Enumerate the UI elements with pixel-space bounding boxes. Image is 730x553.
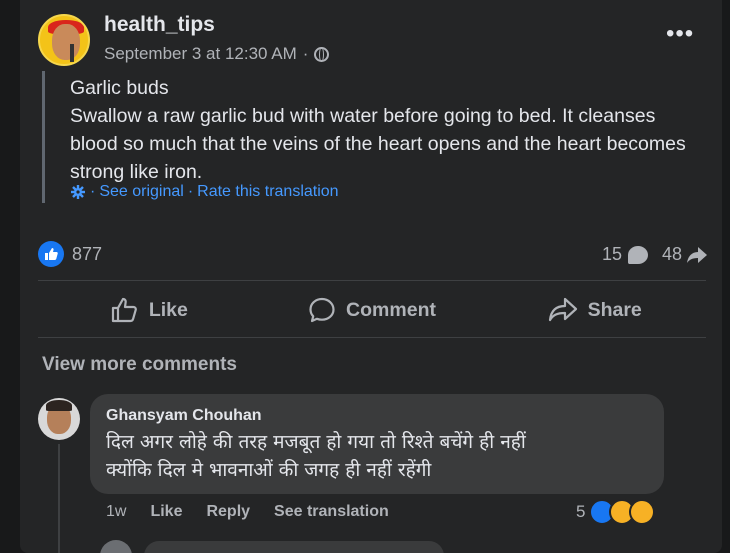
comment-reply-button[interactable]: Reply — [206, 503, 250, 521]
reply-thread-line — [58, 444, 60, 553]
stats-divider — [38, 280, 706, 281]
post-text-line: Swallow a raw garlic bud with water befo… — [70, 105, 686, 183]
meta-separator: · — [302, 44, 309, 63]
comment-text: दिल अगर लोहे की तरह मजबूत हो गया तो रिश्… — [106, 428, 656, 484]
post-text-line: Garlic buds — [70, 77, 169, 99]
post-actions: Like Comment Share — [38, 288, 706, 332]
share-button[interactable]: Share — [483, 288, 706, 332]
comment-count-value: 15 — [601, 244, 622, 264]
comment-button[interactable]: Comment — [261, 288, 484, 332]
commenter-hair — [46, 400, 72, 411]
globe-icon — [314, 46, 330, 62]
comment-button-label: Comment — [346, 298, 436, 321]
view-more-comments-link[interactable]: View more comments — [42, 354, 237, 376]
translation-dot: · — [90, 183, 96, 200]
translation-row: · See original · Rate this translation — [70, 183, 339, 201]
avatar-face — [52, 24, 80, 60]
comment-like-button[interactable]: Like — [150, 503, 182, 521]
see-original-link[interactable]: See original — [99, 183, 184, 201]
share-count-value: 48 — [661, 244, 682, 264]
see-translation-button[interactable]: See translation — [274, 503, 389, 521]
like-reaction-icon[interactable] — [38, 241, 64, 267]
like-button[interactable]: Like — [38, 288, 261, 332]
comment-count[interactable]: 15 — [602, 244, 648, 265]
comment-bubble: Ghansyam Chouhan दिल अगर लोहे की तरह मजब… — [90, 394, 664, 494]
translation-quote-bar — [42, 71, 45, 203]
rate-translation-link[interactable]: Rate this translation — [197, 183, 338, 201]
share-arrow-icon — [687, 246, 707, 263]
gear-icon — [71, 185, 85, 199]
comment-actions: 1w Like Reply See translation — [106, 503, 389, 521]
translation-dot: · — [187, 183, 194, 200]
comment-text-line: दिल अगर लोहे की तरह मजबूत हो गया तो रिश्… — [106, 431, 526, 453]
comment-reactions[interactable]: 5 — [576, 499, 656, 525]
thumbs-up-icon — [111, 297, 137, 323]
comment-icon — [309, 297, 335, 323]
post-text: Garlic buds Swallow a raw garlic bud wit… — [70, 74, 700, 186]
comment-author[interactable]: Ghansyam Chouhan — [106, 407, 262, 425]
share-count[interactable]: 48 — [662, 244, 708, 265]
post-meta: September 3 at 12:30 AM · — [104, 44, 330, 64]
comment-time[interactable]: 1w — [106, 503, 126, 521]
commenter-avatar[interactable] — [38, 398, 80, 440]
comment-reaction-count: 5 — [576, 502, 586, 521]
actions-divider — [38, 337, 706, 338]
avatar-mic — [70, 44, 74, 62]
next-commenter-avatar[interactable] — [100, 540, 132, 553]
comment-text-line: क्योंकि दिल मे भावनाओं की जगह ही नहीं रह… — [106, 459, 432, 481]
post-stats: 877 15 48 — [38, 240, 708, 268]
post-timestamp[interactable]: September 3 at 12:30 AM — [104, 44, 297, 64]
share-icon — [548, 297, 577, 322]
author-avatar[interactable] — [38, 14, 90, 66]
wow-reaction-icon — [629, 499, 656, 525]
post-card: health_tips September 3 at 12:30 AM · ••… — [20, 0, 722, 553]
post-author[interactable]: health_tips — [104, 13, 215, 37]
like-button-label: Like — [148, 298, 188, 321]
comment-bubble-icon — [628, 245, 648, 264]
more-options-icon[interactable]: ••• — [666, 22, 694, 46]
reaction-count[interactable]: 877 — [72, 244, 102, 265]
share-button-label: Share — [587, 298, 642, 321]
next-comment-bubble — [144, 541, 444, 553]
